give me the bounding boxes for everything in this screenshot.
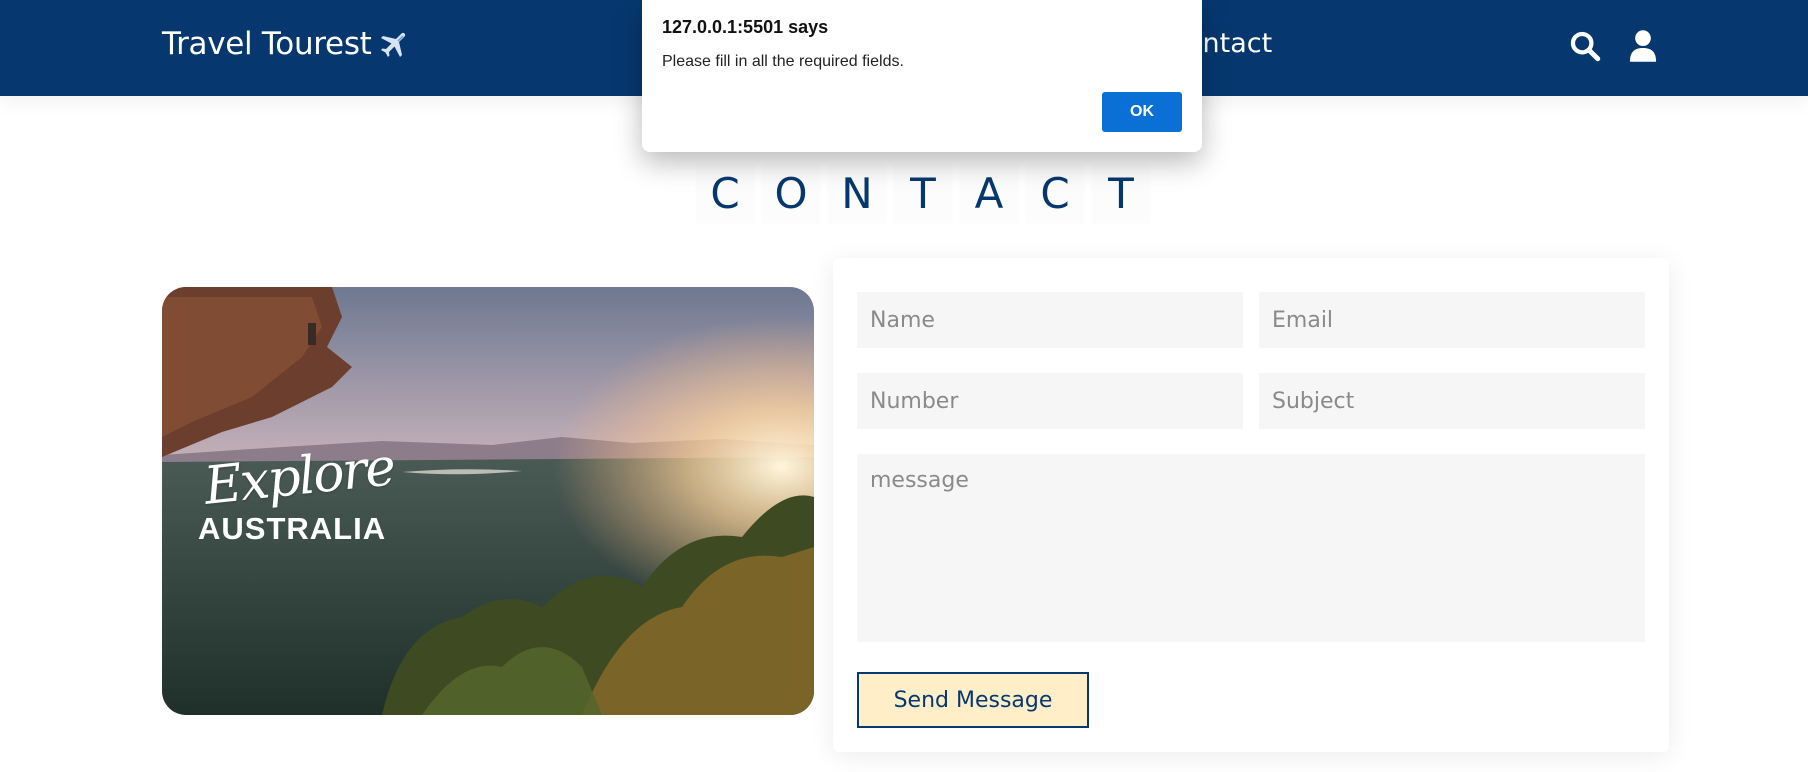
- name-field[interactable]: [857, 292, 1243, 348]
- ok-button[interactable]: OK: [1102, 92, 1182, 132]
- airplane-icon: [378, 27, 412, 61]
- search-icon[interactable]: [1565, 26, 1605, 66]
- send-message-button[interactable]: Send Message: [857, 672, 1089, 728]
- message-field[interactable]: [857, 454, 1645, 642]
- contact-image: Explore AUSTRALIA: [162, 287, 814, 715]
- user-icon[interactable]: [1623, 26, 1663, 66]
- brand-logo[interactable]: Travel Tourest: [162, 26, 412, 62]
- title-letter: C: [696, 164, 754, 222]
- number-field[interactable]: [857, 373, 1243, 429]
- contact-form: Send Message: [833, 258, 1669, 752]
- title-letter: N: [828, 164, 886, 222]
- alert-dialog: 127.0.0.1:5501 says Please fill in all t…: [642, 0, 1202, 152]
- brand-name: Travel Tourest: [162, 26, 372, 62]
- email-field[interactable]: [1259, 292, 1645, 348]
- dialog-title: 127.0.0.1:5501 says: [662, 17, 829, 37]
- title-letter: T: [1092, 164, 1150, 222]
- title-letter: O: [762, 164, 820, 222]
- section-title: C O N T A C T: [696, 164, 1150, 222]
- subject-field[interactable]: [1259, 373, 1645, 429]
- dialog-message: Please fill in all the required fields.: [662, 53, 904, 70]
- page: Travel Tourest ontact C O N T A C T Expl…: [0, 0, 1808, 772]
- title-letter: A: [960, 164, 1018, 222]
- title-letter: T: [894, 164, 952, 222]
- title-letter: C: [1026, 164, 1084, 222]
- image-country-text: AUSTRALIA: [198, 511, 387, 546]
